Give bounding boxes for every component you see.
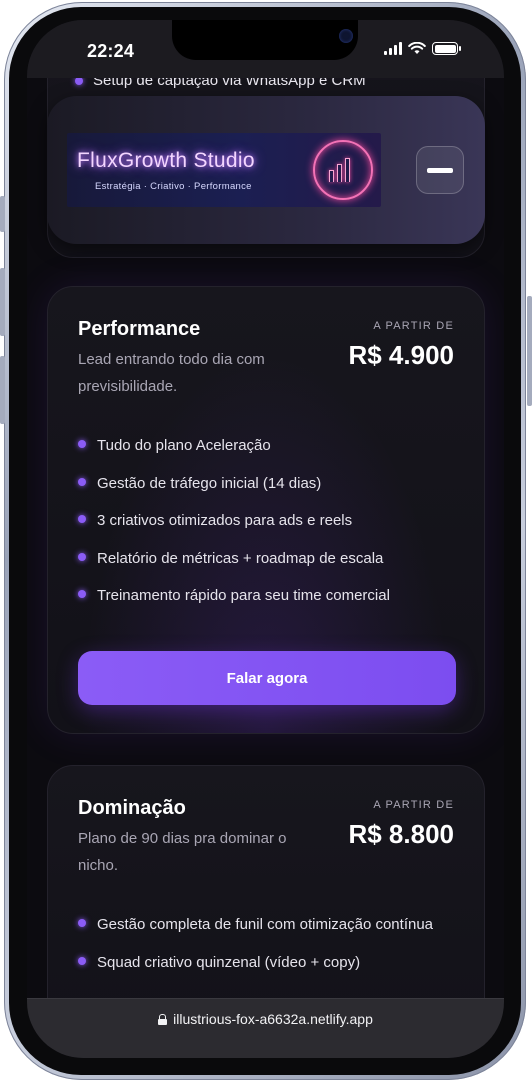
plan-price: R$ 8.800 — [348, 819, 454, 849]
plan-description: Lead entrando todo dia com previsibilida… — [78, 351, 265, 395]
power-button — [527, 296, 532, 406]
bullet-dot-icon — [78, 590, 86, 598]
status-bar: 22:24 — [27, 20, 504, 78]
bullet-dot-icon — [78, 515, 86, 523]
plan-description: Plano de 90 dias pra dominar o nicho. — [78, 830, 287, 874]
logo-subtitle: Estratégia · Criativo · Performance — [95, 181, 252, 192]
browser-address-bar[interactable]: illustrious-fox-a6632a.netlify.app — [27, 998, 504, 1058]
feature-item: 3 criativos otimizados para ads e reels — [78, 508, 468, 534]
feature-list: Gestão completa de funil com otimização … — [78, 912, 468, 987]
talk-now-button[interactable]: Falar agora — [78, 651, 456, 705]
plan-price: R$ 4.900 — [348, 340, 454, 370]
silent-switch — [0, 196, 5, 232]
price-label: A PARTIR DE — [373, 799, 454, 811]
plan-card-performance: Performance Lead entrando todo dia com p… — [47, 286, 485, 734]
feature-text: Gestão completa de funil com otimização … — [97, 916, 434, 933]
feature-text: Relatório de métricas + roadmap de escal… — [97, 549, 384, 567]
plan-title: Dominação — [78, 797, 186, 819]
bullet-dot-icon — [78, 440, 86, 448]
url-display[interactable]: illustrious-fox-a6632a.netlify.app — [27, 1011, 504, 1027]
volume-up-button — [0, 268, 5, 336]
minus-icon — [427, 167, 453, 173]
bullet-dot-icon — [78, 477, 86, 486]
price-label: A PARTIR DE — [373, 320, 454, 332]
feature-text: Gestão de tráfego inicial (14 dias) — [97, 474, 322, 492]
url-text: illustrious-fox-a6632a.netlify.app — [173, 1011, 373, 1027]
feature-item: Treinamento rápido para seu time comerci… — [78, 583, 468, 609]
status-time: 22:24 — [87, 41, 135, 61]
wifi-icon — [408, 42, 426, 54]
feature-list: Tudo do plano Aceleração Gestão de tráfe… — [78, 433, 468, 621]
cellular-signal-icon — [384, 42, 402, 55]
bullet-dot-icon — [78, 552, 86, 561]
feature-text: Tudo do plano Aceleração — [97, 437, 271, 454]
bullet-dot-icon — [78, 956, 86, 965]
status-icons — [384, 42, 461, 55]
logo-title: FluxGrowth Studio — [77, 149, 255, 172]
feature-item: Gestão completa de funil com otimização … — [78, 912, 468, 938]
feature-text: 3 criativos otimizados para ads e reels — [97, 512, 353, 529]
lock-icon — [158, 1014, 168, 1025]
menu-button[interactable] — [416, 146, 464, 194]
feature-item: Squad criativo quinzenal (vídeo + copy) — [78, 950, 468, 976]
battery-icon — [432, 42, 461, 55]
feature-item: Relatório de métricas + roadmap de escal… — [78, 546, 468, 572]
site-header: FluxGrowth Studio Estratégia · Criativo … — [47, 96, 485, 244]
growth-chart-icon — [313, 140, 373, 200]
dynamic-island — [172, 20, 358, 60]
screen: Setup de captação via WhatsApp e CRM Flu… — [27, 20, 504, 1058]
feature-text: Treinamento rápido para seu time comerci… — [97, 587, 390, 604]
feature-text: Squad criativo quinzenal (vídeo + copy) — [97, 953, 361, 971]
page-content: Setup de captação via WhatsApp e CRM Flu… — [27, 20, 504, 1058]
volume-down-button — [0, 356, 5, 424]
feature-item: Tudo do plano Aceleração — [78, 433, 468, 459]
feature-item: Gestão de tráfego inicial (14 dias) — [78, 471, 468, 497]
brand-logo[interactable]: FluxGrowth Studio Estratégia · Criativo … — [67, 133, 381, 207]
front-camera-icon — [339, 29, 353, 43]
bullet-dot-icon — [78, 919, 86, 927]
plan-title: Performance — [78, 318, 201, 340]
